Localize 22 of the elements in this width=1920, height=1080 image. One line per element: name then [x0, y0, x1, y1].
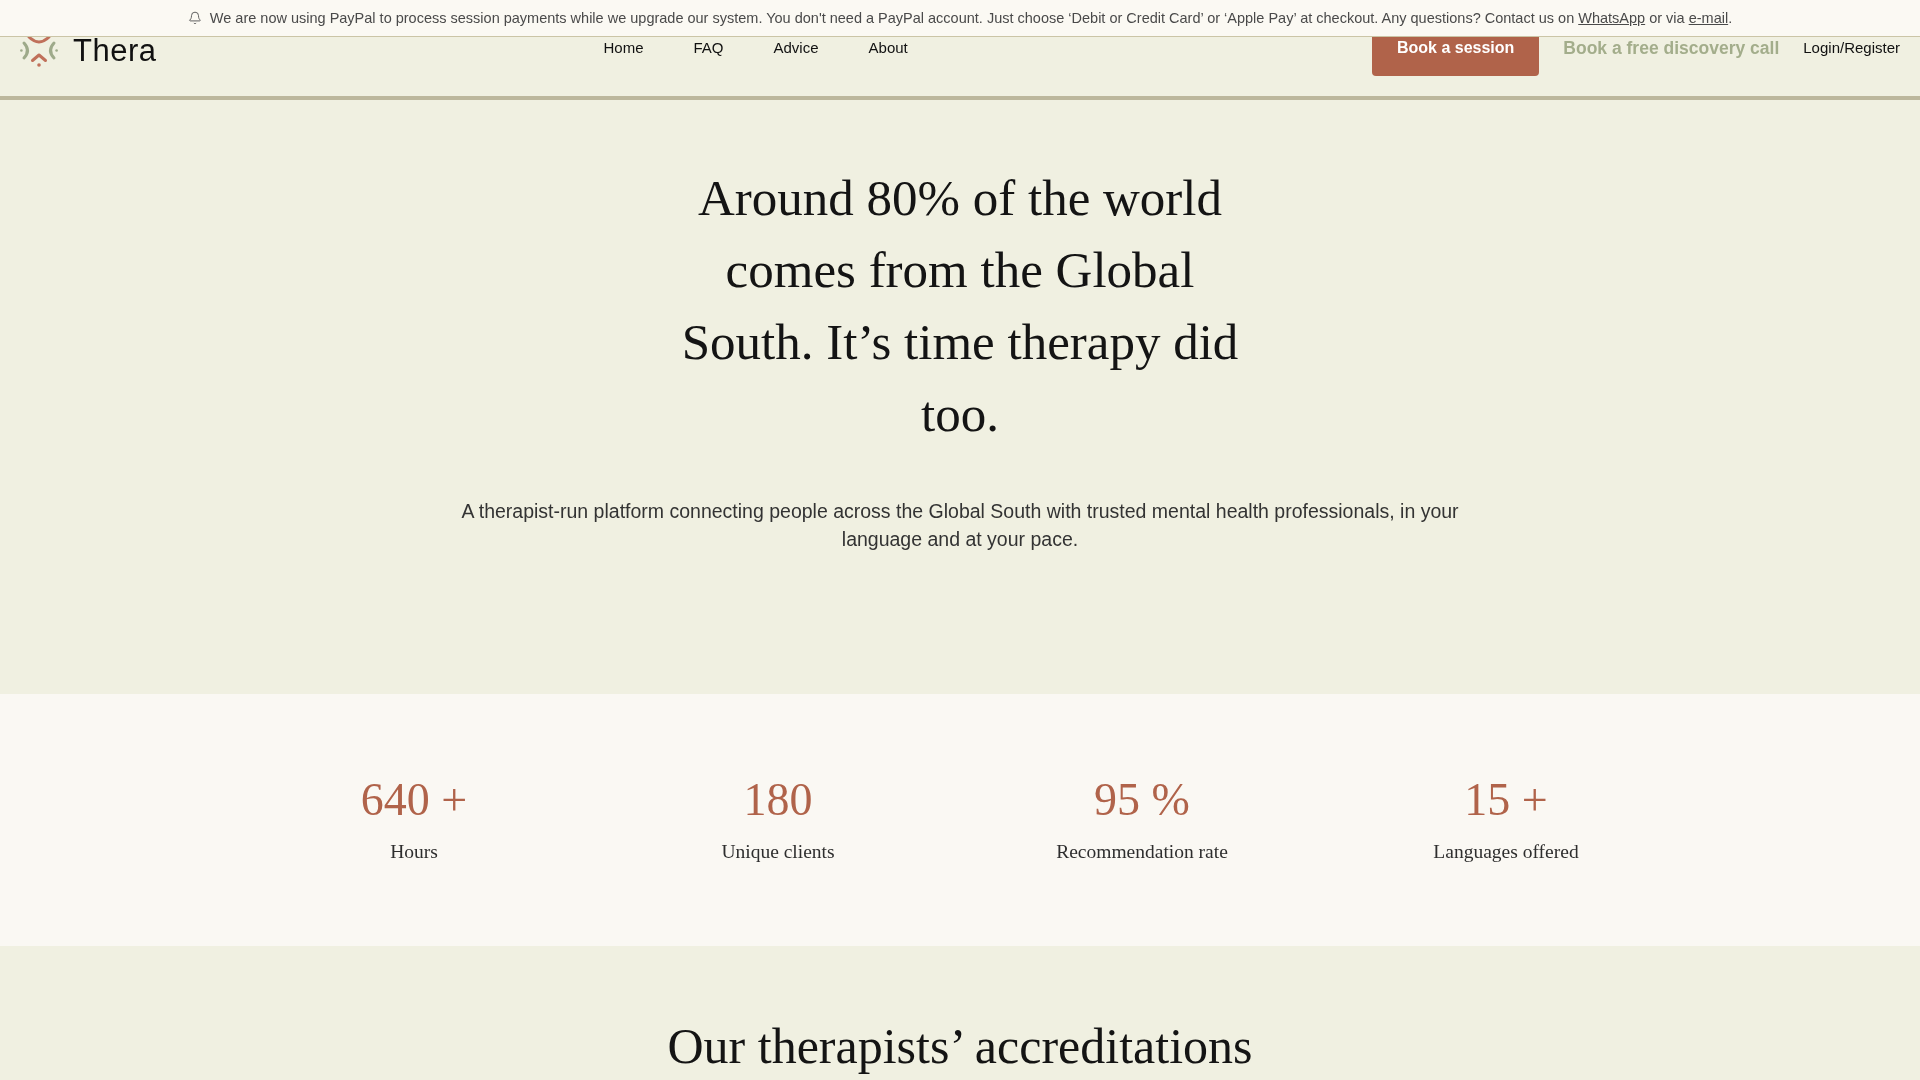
bell-icon	[187, 11, 202, 25]
stat-label: Unique clients	[721, 840, 835, 864]
nav-link[interactable]: Advice	[773, 38, 819, 58]
stat-value: 15 +	[1464, 774, 1548, 826]
stat-value: 640 +	[360, 774, 468, 826]
logo-text[interactable]: Thera	[73, 37, 157, 65]
account-link[interactable]: Login/Register	[1803, 38, 1900, 58]
stat-value: 180	[743, 774, 813, 826]
inline-link[interactable]: WhatsApp	[1578, 10, 1646, 26]
logo-icon	[20, 37, 58, 67]
nav-link[interactable]: About	[868, 38, 908, 58]
stat-label: Languages offered	[1433, 840, 1579, 864]
announcement-text: We are now using PayPal to process session payments while we upgrade our system. You don't need a PayPal account. Just choose ‘Debit or Credit Card’ or ‘Apple Pay’ at checkout. Any questions? Contact us on WhatsApp or via e-mail.	[209, 9, 1733, 28]
stat-label: Recommendation rate	[1056, 840, 1228, 864]
hero-subtitle: A therapist-run platform connecting people across the Global South with trusted mental health professionals, in your language and at your pace.	[460, 499, 1460, 552]
nav-link[interactable]: FAQ	[693, 38, 724, 58]
section-heading: Our therapists’ accreditations	[667, 1017, 1253, 1076]
stat-label: Hours	[390, 840, 438, 864]
hero-heading: Around 80% of the world comes from the Global South. It’s time therapy did too.	[680, 169, 1240, 444]
stat-value: 95 %	[1094, 774, 1190, 826]
book-button[interactable]: Book a session	[1371, 37, 1540, 76]
nav-link[interactable]: Home	[603, 38, 644, 58]
